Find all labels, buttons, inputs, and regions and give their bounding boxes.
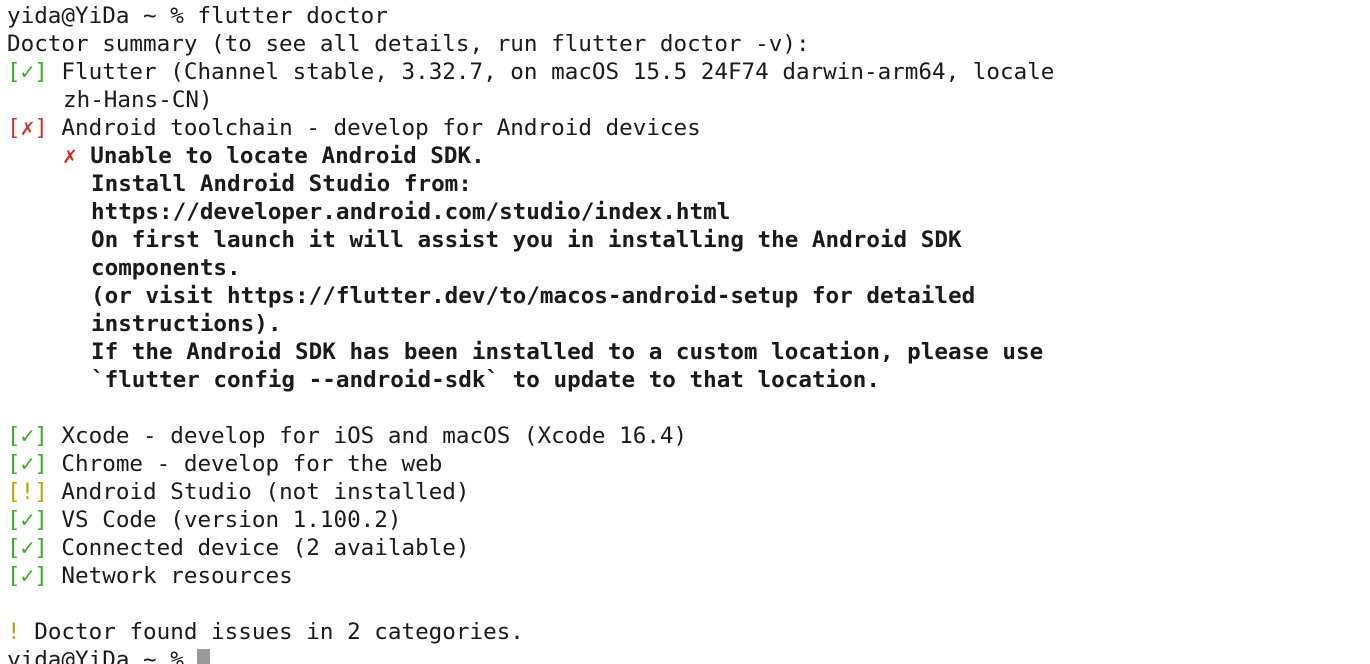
check-text: VS Code (version 1.100.2): [61, 507, 402, 533]
android-error-line: `flutter config --android-sdk` to update…: [91, 367, 880, 393]
check-chrome: [✓] Chrome - develop for the web: [7, 450, 1370, 478]
prompt-line: yida@YiDa ~ % flutter doctor: [7, 2, 1370, 30]
check-text: Network resources: [61, 563, 293, 589]
error-cross-icon: ✗: [63, 143, 77, 169]
check-mark-ok: [✓]: [7, 535, 48, 561]
check-xcode: [✓] Xcode - develop for iOS and macOS (X…: [7, 422, 1370, 450]
summary-line: Doctor summary (to see all details, run …: [7, 31, 810, 57]
check-network: [✓] Network resources: [7, 562, 1370, 590]
check-mark-ok: [✓]: [7, 563, 48, 589]
android-error-line: ✗ Unable to locate Android SDK.: [7, 142, 1370, 170]
check-text: Flutter (Channel stable, 3.32.7, on macO…: [61, 59, 1055, 85]
prompt-line[interactable]: yida@YiDa ~ %: [7, 646, 1370, 664]
check-android-toolchain: [✗] Android toolchain - develop for Andr…: [7, 114, 1370, 142]
prompt: yida@YiDa ~ %: [7, 647, 198, 664]
android-error-line: On first launch it will assist you in in…: [91, 227, 962, 253]
check-connected-device: [✓] Connected device (2 available): [7, 534, 1370, 562]
android-error-line: Install Android Studio from:: [91, 171, 472, 197]
footer-text: Doctor found issues in 2 categories.: [20, 619, 524, 645]
check-flutter: [✓] Flutter (Channel stable, 3.32.7, on …: [7, 58, 1370, 86]
command: flutter doctor: [197, 3, 388, 29]
check-mark-ok: [✓]: [7, 451, 48, 477]
check-android-studio: [!] Android Studio (not installed): [7, 478, 1370, 506]
check-text: Android toolchain - develop for Android …: [61, 115, 701, 141]
check-mark-ok: [✓]: [7, 507, 48, 533]
check-text: Connected device (2 available): [61, 535, 470, 561]
warning-icon: !: [7, 619, 21, 645]
check-flutter-continuation: zh-Hans-CN): [63, 87, 213, 113]
check-mark-error: [✗]: [7, 115, 48, 141]
check-text: Android Studio (not installed): [61, 479, 470, 505]
error-text: Unable to locate Android SDK.: [90, 143, 485, 169]
android-error-line: (or visit https://flutter.dev/to/macos-a…: [91, 283, 976, 309]
android-error-url: https://developer.android.com/studio/ind…: [91, 199, 731, 225]
footer-line: ! Doctor found issues in 2 categories.: [7, 618, 1370, 646]
check-mark-ok: [✓]: [7, 59, 48, 85]
android-error-line: instructions).: [91, 311, 282, 337]
android-error-line: components.: [91, 255, 241, 281]
prompt: yida@YiDa ~ %: [7, 3, 198, 29]
terminal-window[interactable]: yida@YiDa ~ % flutter doctor Doctor summ…: [0, 0, 1370, 664]
check-text: Chrome - develop for the web: [61, 451, 443, 477]
check-vscode: [✓] VS Code (version 1.100.2): [7, 506, 1370, 534]
android-error-line: If the Android SDK has been installed to…: [91, 339, 1044, 365]
check-mark-warning: [!]: [7, 479, 48, 505]
cursor[interactable]: [197, 649, 211, 664]
check-text: Xcode - develop for iOS and macOS (Xcode…: [61, 423, 688, 449]
check-mark-ok: [✓]: [7, 423, 48, 449]
